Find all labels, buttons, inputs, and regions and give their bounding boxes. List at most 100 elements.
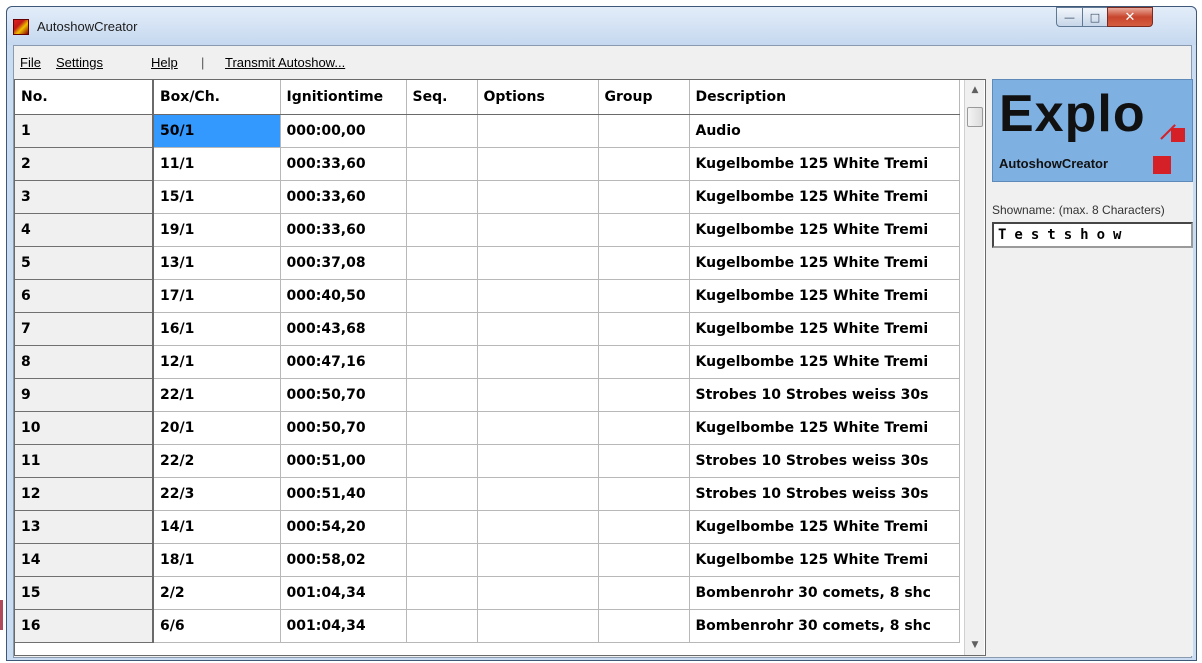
table-row[interactable]: 6 17/1 000:40,50 Kugelbombe 125 White Tremi	[15, 279, 960, 313]
table-row[interactable]: 8 12/1 000:47,16 Kugelbombe 125 White Tremi	[15, 345, 960, 379]
cell-no[interactable]: 2	[15, 147, 154, 181]
cell-ignitiontime[interactable]: 001:04,34	[280, 576, 407, 610]
cell-description[interactable]: Kugelbombe 125 White Tremi	[689, 180, 960, 214]
cell-box-channel[interactable]: 6/6	[153, 609, 281, 643]
cell-seq[interactable]	[406, 279, 478, 313]
minimize-button[interactable]: —	[1056, 7, 1083, 27]
cell-description[interactable]: Kugelbombe 125 White Tremi	[689, 411, 960, 445]
cell-box-channel[interactable]: 12/1	[153, 345, 281, 379]
cell-options[interactable]	[477, 444, 599, 478]
cell-description[interactable]: Kugelbombe 125 White Tremi	[689, 147, 960, 181]
cell-group[interactable]	[598, 180, 690, 214]
cell-box-channel[interactable]: 18/1	[153, 543, 281, 577]
cell-box-channel[interactable]: 2/2	[153, 576, 281, 610]
cell-ignitiontime[interactable]: 000:00,00	[280, 114, 407, 148]
cell-options[interactable]	[477, 576, 599, 610]
table-row[interactable]: 9 22/1 000:50,70 Strobes 10 Strobes weiss 3…	[15, 378, 960, 412]
cell-ignitiontime[interactable]: 000:43,68	[280, 312, 407, 346]
table-row[interactable]: 15 2/2 001:04,34 Bombenrohr 30 comets, 8 sh…	[15, 576, 960, 610]
cell-group[interactable]	[598, 246, 690, 280]
cell-seq[interactable]	[406, 312, 478, 346]
cell-no[interactable]: 11	[15, 444, 154, 478]
cell-box-channel[interactable]: 20/1	[153, 411, 281, 445]
cell-no[interactable]: 3	[15, 180, 154, 214]
cell-ignitiontime[interactable]: 000:33,60	[280, 180, 407, 214]
cell-ignitiontime[interactable]: 000:54,20	[280, 510, 407, 544]
menu-transmit-autoshow[interactable]: Transmit Autoshow...	[225, 55, 345, 70]
cell-group[interactable]	[598, 312, 690, 346]
cell-group[interactable]	[598, 378, 690, 412]
cell-group[interactable]	[598, 576, 690, 610]
cell-ignitiontime[interactable]: 000:51,40	[280, 477, 407, 511]
cell-options[interactable]	[477, 279, 599, 313]
cell-ignitiontime[interactable]: 001:04,34	[280, 609, 407, 643]
col-header-seq[interactable]: Seq.	[406, 80, 478, 115]
cell-seq[interactable]	[406, 510, 478, 544]
cell-ignitiontime[interactable]: 000:37,08	[280, 246, 407, 280]
col-header-ignitiontime[interactable]: Ignitiontime	[280, 80, 407, 115]
cell-no[interactable]: 5	[15, 246, 154, 280]
cell-group[interactable]	[598, 411, 690, 445]
cell-seq[interactable]	[406, 543, 478, 577]
cell-seq[interactable]	[406, 213, 478, 247]
cell-group[interactable]	[598, 213, 690, 247]
menu-help[interactable]: Help	[151, 55, 178, 70]
table-row[interactable]: 16 6/6 001:04,34 Bombenrohr 30 comets, 8 sh…	[15, 609, 960, 643]
table-row[interactable]: 2 11/1 000:33,60 Kugelbombe 125 White Tremi	[15, 147, 960, 181]
menu-file[interactable]: File	[20, 55, 41, 70]
cell-seq[interactable]	[406, 609, 478, 643]
cell-box-channel[interactable]: 13/1	[153, 246, 281, 280]
cell-seq[interactable]	[406, 477, 478, 511]
cell-box-channel[interactable]: 22/1	[153, 378, 281, 412]
title-bar[interactable]: AutoshowCreator — □ ✕	[7, 7, 1196, 45]
cell-options[interactable]	[477, 510, 599, 544]
cell-options[interactable]	[477, 378, 599, 412]
cell-options[interactable]	[477, 477, 599, 511]
table-row[interactable]: 13 14/1 000:54,20 Kugelbombe 125 White Trem…	[15, 510, 960, 544]
col-header-options[interactable]: Options	[477, 80, 599, 115]
cell-group[interactable]	[598, 477, 690, 511]
cell-seq[interactable]	[406, 345, 478, 379]
col-header-no[interactable]: No.	[15, 80, 154, 115]
cell-description[interactable]: Audio	[689, 114, 960, 148]
cell-box-channel[interactable]: 22/2	[153, 444, 281, 478]
cell-group[interactable]	[598, 279, 690, 313]
col-header-group[interactable]: Group	[598, 80, 690, 115]
cell-group[interactable]	[598, 510, 690, 544]
cell-group[interactable]	[598, 345, 690, 379]
table-row[interactable]: 1 50/1 000:00,00 Audio	[15, 114, 960, 148]
cell-box-channel[interactable]: 15/1	[153, 180, 281, 214]
cell-box-channel[interactable]: 16/1	[153, 312, 281, 346]
close-button[interactable]: ✕	[1107, 7, 1153, 27]
cell-ignitiontime[interactable]: 000:50,70	[280, 378, 407, 412]
cue-grid[interactable]: No. Box/Ch. Ignitiontime Seq. Options Gr…	[14, 79, 986, 656]
table-row[interactable]: 12 22/3 000:51,40 Strobes 10 Strobes weiss …	[15, 477, 960, 511]
cell-box-channel[interactable]: 22/3	[153, 477, 281, 511]
cell-group[interactable]	[598, 147, 690, 181]
cell-no[interactable]: 6	[15, 279, 154, 313]
cell-options[interactable]	[477, 411, 599, 445]
cell-options[interactable]	[477, 543, 599, 577]
cell-seq[interactable]	[406, 246, 478, 280]
cell-group[interactable]	[598, 444, 690, 478]
cell-options[interactable]	[477, 213, 599, 247]
cell-options[interactable]	[477, 345, 599, 379]
cell-no[interactable]: 9	[15, 378, 154, 412]
cell-seq[interactable]	[406, 147, 478, 181]
table-row[interactable]: 3 15/1 000:33,60 Kugelbombe 125 White Tremi	[15, 180, 960, 214]
vertical-scrollbar[interactable]: ▲ ▼	[964, 80, 984, 655]
cell-no[interactable]: 13	[15, 510, 154, 544]
cell-description[interactable]: Strobes 10 Strobes weiss 30s	[689, 477, 960, 511]
cell-options[interactable]	[477, 147, 599, 181]
scroll-up-button[interactable]: ▲	[965, 80, 985, 100]
cell-description[interactable]: Kugelbombe 125 White Tremi	[689, 213, 960, 247]
cell-no[interactable]: 1	[15, 114, 154, 148]
cell-description[interactable]: Strobes 10 Strobes weiss 30s	[689, 444, 960, 478]
cell-description[interactable]: Kugelbombe 125 White Tremi	[689, 543, 960, 577]
showname-input[interactable]: Testshow	[992, 222, 1193, 248]
table-row[interactable]: 11 22/2 000:51,00 Strobes 10 Strobes weiss …	[15, 444, 960, 478]
maximize-button[interactable]: □	[1082, 7, 1108, 27]
table-row[interactable]: 14 18/1 000:58,02 Kugelbombe 125 White Trem…	[15, 543, 960, 577]
cell-group[interactable]	[598, 114, 690, 148]
cell-no[interactable]: 10	[15, 411, 154, 445]
